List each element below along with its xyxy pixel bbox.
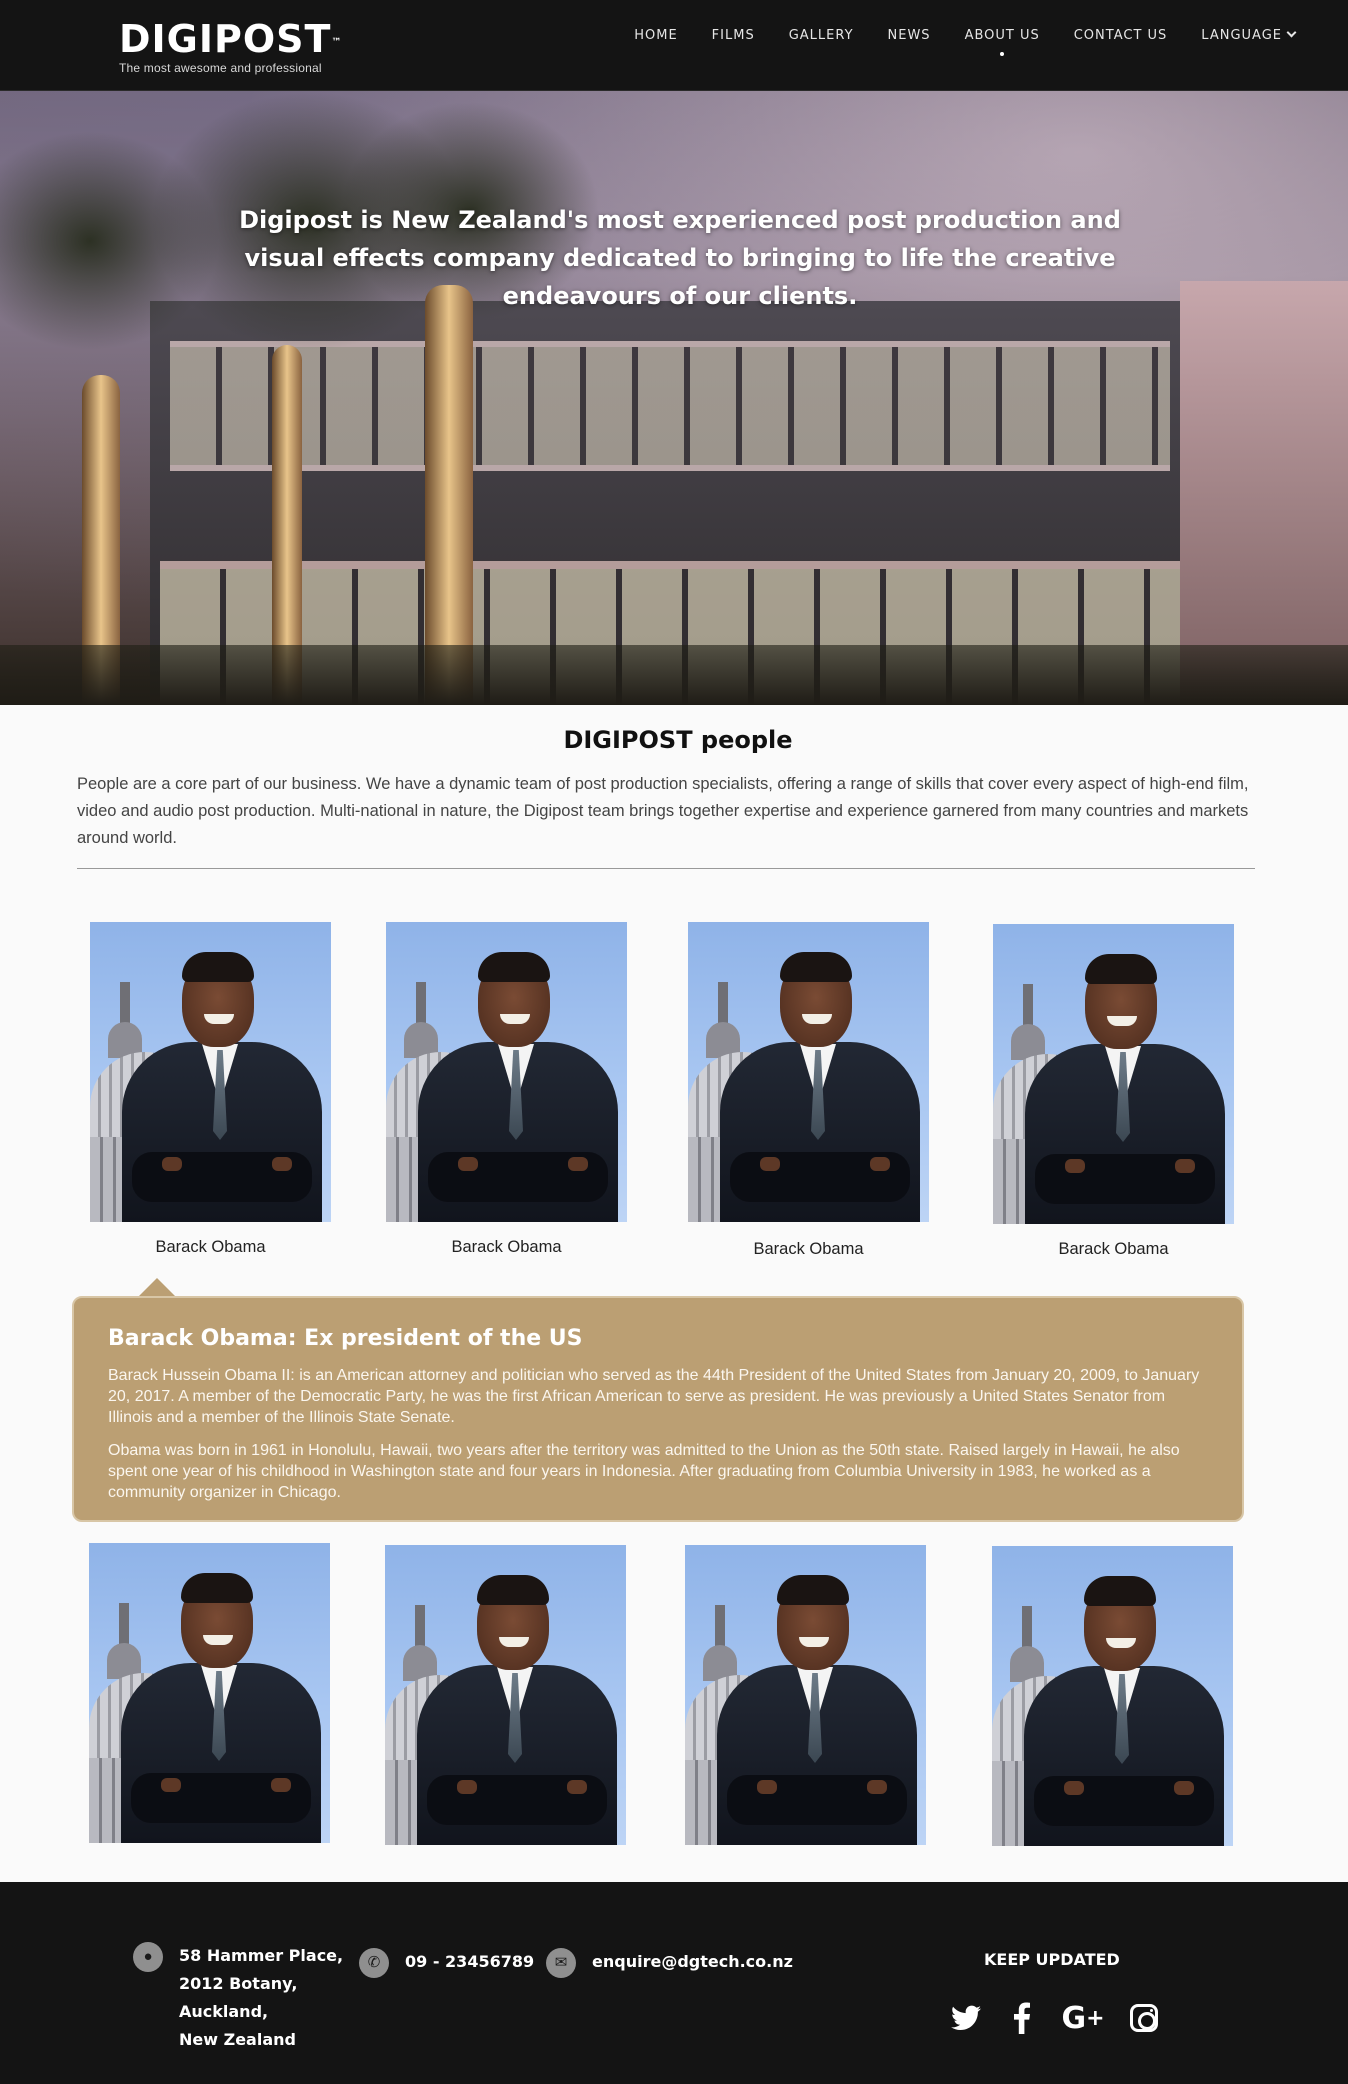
footer-email[interactable]: ✉ enquire@dgtech.co.nz [546, 1948, 793, 1978]
palm-trunk [425, 285, 473, 705]
nav-gallery[interactable]: GALLERY [772, 28, 871, 43]
main-menu: HOME FILMS GALLERY NEWS ABOUT US CONTACT… [617, 27, 1312, 43]
person-name: Barack Obama [155, 1238, 266, 1256]
address-line: 2012 Botany, [179, 1974, 298, 1993]
mail-icon: ✉ [546, 1948, 576, 1978]
person-photo [685, 1545, 926, 1845]
person-name: Barack Obama [753, 1240, 864, 1258]
person-photo [386, 922, 627, 1222]
person-name: Barack Obama [1058, 1240, 1169, 1258]
person-figure [717, 1575, 917, 1845]
instagram-icon[interactable] [1126, 2000, 1162, 2036]
bio-paragraph: Barack Hussein Obama II: is an American … [108, 1367, 1200, 1426]
person-card[interactable] [89, 1543, 330, 1843]
hero-banner: Digipost is New Zealand's most experienc… [0, 91, 1348, 705]
intro-paragraph: People are a core part of our business. … [77, 775, 1249, 847]
divider [77, 868, 1255, 869]
footer-phone[interactable]: ✆ 09 - 23456789 [359, 1948, 534, 1978]
facebook-icon[interactable] [1004, 2000, 1040, 2036]
footer: ● 58 Hammer Place, 2012 Botany, Auckland… [0, 1882, 1348, 2084]
person-photo [993, 924, 1234, 1224]
bio-pointer [138, 1278, 176, 1297]
google-plus-icon[interactable]: G + [1060, 2000, 1106, 2036]
person-card[interactable] [992, 1546, 1233, 1846]
map-pin-icon: ● [133, 1942, 163, 1972]
hero-headline: Digipost is New Zealand's most experienc… [239, 206, 1121, 310]
person-card[interactable]: Barack Obama [90, 922, 331, 1257]
email-address: enquire@dgtech.co.nz [592, 1952, 793, 1971]
person-photo [90, 922, 331, 1222]
nav-contact-us[interactable]: CONTACT US [1057, 28, 1185, 43]
person-card[interactable] [685, 1545, 926, 1845]
nav-language-label: LANGUAGE [1201, 28, 1282, 43]
hero-ground [0, 645, 1348, 705]
person-card[interactable] [385, 1545, 626, 1845]
person-card[interactable]: Barack Obama [386, 922, 627, 1257]
person-card[interactable]: Barack Obama [993, 924, 1234, 1259]
hero-building-side [1180, 281, 1348, 705]
bio-title: Barack Obama: Ex president of the US [108, 1326, 583, 1351]
nav-films[interactable]: FILMS [695, 28, 772, 43]
footer-address: ● 58 Hammer Place, 2012 Botany, Auckland… [133, 1942, 343, 2054]
nav-about-us[interactable]: ABOUT US [948, 28, 1057, 43]
top-navbar: DIGIPOST™ The most awesome and professio… [0, 0, 1348, 91]
bio-paragraph: Obama was born in 1961 in Honolulu, Hawa… [108, 1442, 1180, 1501]
person-figure [1025, 954, 1225, 1224]
hero-building-windows-upper [170, 341, 1170, 471]
person-figure [122, 952, 322, 1222]
address-line: 58 Hammer Place, [179, 1946, 344, 1965]
logo-tagline: The most awesome and professional [119, 61, 322, 75]
nav-language[interactable]: LANGUAGE [1184, 27, 1312, 43]
person-photo [688, 922, 929, 1222]
logo[interactable]: DIGIPOST™ The most awesome and professio… [119, 18, 342, 75]
address-line: New Zealand [179, 2030, 296, 2049]
person-card[interactable]: Barack Obama [688, 922, 929, 1259]
person-figure [720, 952, 920, 1222]
logo-wordmark: DIGIPOST [119, 17, 332, 61]
person-photo [992, 1546, 1233, 1846]
trademark-mark: ™ [331, 37, 343, 48]
person-figure [121, 1573, 321, 1843]
person-photo [89, 1543, 330, 1843]
phone-icon: ✆ [359, 1948, 389, 1978]
person-figure [417, 1575, 617, 1845]
phone-number: 09 - 23456789 [405, 1952, 535, 1971]
chevron-down-icon [1286, 27, 1297, 38]
twitter-icon[interactable] [948, 2000, 984, 2036]
person-figure [1024, 1576, 1224, 1846]
keep-updated-heading: KEEP UPDATED [984, 1950, 1120, 1969]
address-line: Auckland, [179, 2002, 269, 2021]
person-figure [418, 952, 618, 1222]
social-links: G + [948, 2000, 1162, 2036]
person-photo [385, 1545, 626, 1845]
nav-news[interactable]: NEWS [871, 28, 948, 43]
nav-home[interactable]: HOME [617, 28, 694, 43]
person-name: Barack Obama [451, 1238, 562, 1256]
bio-panel: Barack Obama: Ex president of the US Bar… [72, 1296, 1244, 1522]
section-title: DIGIPOST people [563, 726, 793, 754]
